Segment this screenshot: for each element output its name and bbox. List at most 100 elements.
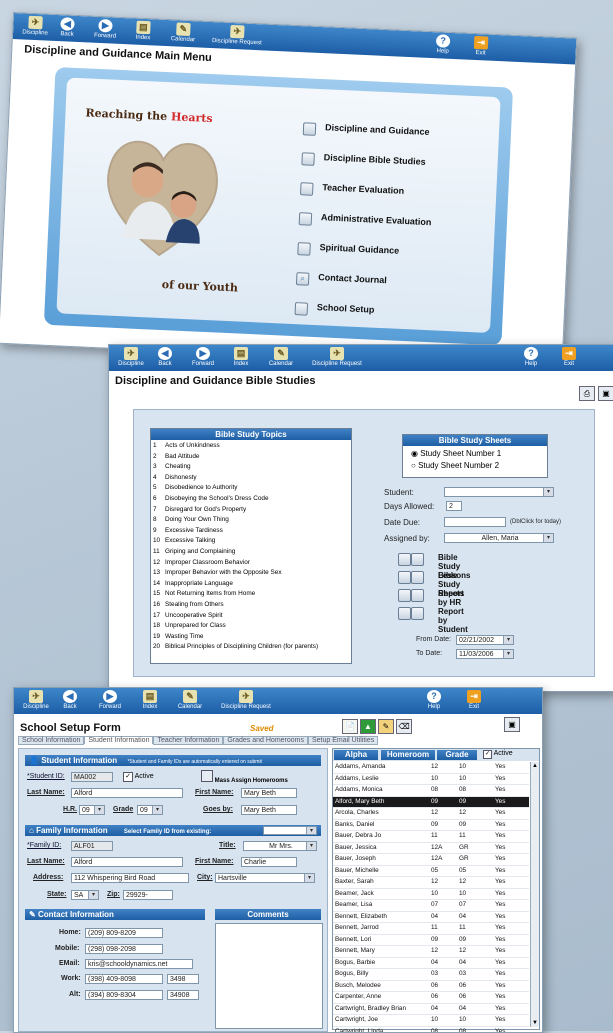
topic-item[interactable]: 6Disobeying the School's Dress Code [153,494,349,505]
toolbar-discipline-request-button[interactable]: ✈Discipline Request [214,690,278,711]
toolbar-back-button[interactable]: ◀Back [50,690,90,711]
assigned-by-select[interactable]: Allen, Maria▾ [444,533,554,543]
student-list-row[interactable]: Addams, Amanda1210Yes [333,762,529,774]
student-list-row[interactable]: Carpenter, Anne0606Yes [333,992,529,1004]
family-id-input[interactable]: ALF01 [71,841,113,851]
state-select[interactable]: SA▾ [71,890,99,900]
mobile-phone-input[interactable]: (298) 098-2098 [85,944,163,954]
topic-item[interactable]: 8Doing Your Own Thing [153,515,349,526]
scrollbar[interactable]: ▲ ▼ [530,762,539,1027]
alt-phone-input[interactable]: (394) 809-8304 [85,990,163,1000]
toolbar-exit-button[interactable]: ⇥Exit [549,347,589,368]
student-list-row[interactable]: Bogus, Billy0303Yes [333,969,529,981]
sort-grade-button[interactable]: Grade [437,750,477,760]
student-list-row[interactable]: Bauer, Debra Jo1111Yes [333,831,529,843]
toolbar-back-button[interactable]: ◀Back [47,17,88,40]
print-button[interactable]: ⎙ [579,386,595,401]
home-phone-input[interactable]: (209) 809-8209 [85,928,163,938]
student-list-row[interactable]: Bauer, Jessica12AGRYes [333,843,529,855]
topic-item[interactable]: 18Unprepared for Class [153,621,349,632]
toolbar-index-button[interactable]: ▤Index [130,690,170,711]
city-select[interactable]: Hartsville▾ [215,873,315,883]
student-id-input[interactable]: MA002 [71,772,113,782]
work-phone-input[interactable]: (398) 409-8098 [85,974,163,984]
tab-setup-email[interactable]: Setup Email Utilities [308,736,378,745]
toolbar-calendar-button[interactable]: ✎Calendar [261,347,301,368]
edit-button[interactable]: ✎ [378,719,394,734]
topic-item[interactable]: 4Dishonesty [153,473,349,484]
to-date-input[interactable]: 11/03/2006▾ [456,649,514,659]
email-input[interactable]: kris@schooldynamics.net [85,959,193,969]
tab-school-information[interactable]: School Information [18,736,84,745]
sheet2-radio[interactable]: ○ Study Sheet Number 2 [411,461,499,470]
alt-ext-input[interactable]: 34908 [167,990,199,1000]
toolbar-forward-button[interactable]: ▶Forward [85,18,126,41]
family-id-select[interactable]: ▾ [263,826,317,835]
topic-item[interactable]: 7Disregard for God's Property [153,505,349,516]
sort-alpha-button[interactable]: Alpha [334,750,378,760]
student-list-row[interactable]: Alford, Mary Beth0909Yes [333,797,529,809]
student-select[interactable]: ▾ [444,487,554,497]
student-list-row[interactable]: Bauer, Joseph12AGRYes [333,854,529,866]
topic-item[interactable]: 12Improper Classroom Behavior [153,558,349,569]
tab-teacher-information[interactable]: Teacher Information [153,736,223,745]
student-list-row[interactable]: Banks, Daniel0909Yes [333,820,529,832]
last-name-input[interactable]: Alford [71,788,183,798]
student-list-row[interactable]: Addams, Monica0808Yes [333,785,529,797]
toolbar-help-button[interactable]: ?Help [511,347,551,368]
student-list-row[interactable]: Beamer, Jack1010Yes [333,889,529,901]
hr-select[interactable]: 09▾ [79,805,105,815]
student-list-row[interactable]: Addams, Leslie1010Yes [333,774,529,786]
topic-item[interactable]: 20Biblical Principles of Disciplining Ch… [153,642,349,653]
toolbar-calendar-button[interactable]: ✎Calendar [163,22,204,45]
days-allowed-input[interactable]: 2 [446,501,462,511]
zip-input[interactable]: 29929- [123,890,173,900]
topic-item[interactable]: 3Cheating [153,462,349,473]
toolbar-index-button[interactable]: ▤Index [221,347,261,368]
title-select[interactable]: Mr Mrs.▾ [243,841,317,851]
scroll-down-icon[interactable]: ▼ [531,1019,539,1027]
from-date-input[interactable]: 02/21/2002▾ [456,635,514,645]
toolbar-index-button[interactable]: ▤Index [123,20,164,43]
family-first-name-input[interactable]: Charlie [241,857,297,867]
student-list-row[interactable]: Busch, Melodee0606Yes [333,981,529,993]
tab-student-information[interactable]: Student Information [84,736,153,744]
student-list-row[interactable]: Bennett, Lori0909Yes [333,935,529,947]
toolbar-discipline-request-button[interactable]: ✈Discipline Request [305,347,369,368]
toolbar-discipline-request-button[interactable]: ✈Discipline Request [205,24,270,48]
topic-item[interactable]: 1Acts of Unkindness [153,441,349,452]
student-list-row[interactable]: Bauer, Michelle0505Yes [333,866,529,878]
grade-select[interactable]: 09▾ [137,805,163,815]
student-list-row[interactable]: Cartwright, Joe1010Yes [333,1015,529,1027]
toolbar-calendar-button[interactable]: ✎Calendar [170,690,210,711]
active-checkbox[interactable]: ✓ Active [123,772,154,782]
topic-item[interactable]: 17Uncooperative Spirit [153,611,349,622]
delete-button[interactable]: ⌫ [396,719,412,734]
date-due-input[interactable] [444,517,506,527]
student-list-row[interactable]: Arcola, Charles1212Yes [333,808,529,820]
toolbar-help-button[interactable]: ?Help [414,690,454,711]
student-list-row[interactable]: Bogus, Barbie0404Yes [333,958,529,970]
tab-grades-homerooms[interactable]: Grades and Homerooms [223,736,308,745]
toolbar-help-button[interactable]: ?Help [422,34,463,57]
mass-assign-homerooms-button[interactable]: Mass Assign Homerooms [201,770,288,784]
toolbar-exit-button[interactable]: ⇥Exit [454,690,494,711]
address-input[interactable]: 112 Whispering Bird Road [71,873,189,883]
save-button[interactable]: ▲ [360,719,376,734]
student-list-row[interactable]: Bennett, Jarrod1111Yes [333,923,529,935]
topic-item[interactable]: 2Bad Attitude [153,452,349,463]
student-list-row[interactable]: Beamer, Lisa0707Yes [333,900,529,912]
student-list-row[interactable]: Baxter, Sarah1212Yes [333,877,529,889]
toolbar-forward-button[interactable]: ▶Forward [90,690,130,711]
goes-by-input[interactable]: Mary Beth [241,805,297,815]
comments-textarea[interactable] [215,923,323,1029]
toolbar-back-button[interactable]: ◀Back [145,347,185,368]
student-list-row[interactable]: Bennett, Mary1212Yes [333,946,529,958]
topic-item[interactable]: 19Wasting Time [153,632,349,643]
toolbar-exit-button[interactable]: ⇥Exit [460,35,501,58]
work-ext-input[interactable]: 3498 [167,974,199,984]
topic-item[interactable]: 9Excessive Tardiness [153,526,349,537]
topic-item[interactable]: 15Not Returning Items from Home [153,589,349,600]
topic-item[interactable]: 11Griping and Complaining [153,547,349,558]
new-record-button[interactable]: 📄 [342,719,358,734]
